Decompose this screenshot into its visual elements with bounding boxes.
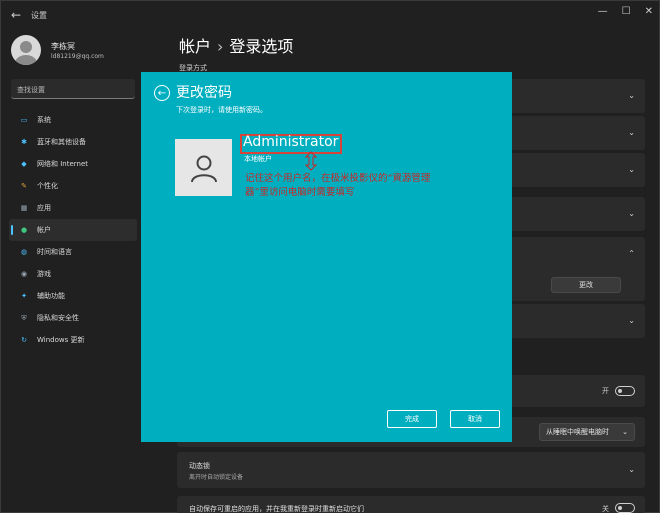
sidebar-item-label: 应用	[37, 204, 51, 212]
maximize-icon[interactable]: ☐	[622, 6, 631, 17]
dynamic-lock-title: 动态锁	[189, 462, 210, 470]
window-controls: — ☐ ✕	[598, 6, 653, 17]
page-title: 登录选项	[229, 37, 294, 56]
account-type: 本地帐户	[244, 155, 272, 163]
sidebar-item-gamepad[interactable]: ◉ 游戏	[9, 263, 137, 285]
breadcrumb-separator: ›	[217, 37, 224, 56]
chevron-down-icon: ⌄	[628, 316, 635, 325]
close-icon[interactable]: ✕	[645, 6, 653, 17]
account-name: Administrator	[243, 134, 339, 150]
apps-icon: ▦	[20, 204, 28, 212]
chevron-down-icon: ⌄	[622, 428, 628, 436]
sidebar-item-update[interactable]: ↻ Windows 更新	[9, 329, 137, 351]
toggle-switch[interactable]	[615, 503, 635, 513]
chevron-down-icon: ⌄	[628, 465, 635, 474]
change-password-button[interactable]: 更改	[551, 277, 621, 293]
chevron-down-icon: ⌄	[628, 165, 635, 174]
finish-button[interactable]: 完成	[387, 410, 437, 428]
toggle-switch[interactable]	[615, 386, 635, 396]
wifi-icon: ◆	[21, 160, 27, 168]
sidebar-item-label: 个性化	[37, 182, 58, 190]
user-silhouette-icon	[190, 155, 217, 182]
bluetooth-icon: ✱	[21, 138, 27, 146]
change-password-dialog: ← 更改密码 下次登录时，请使用新密码。 Administrator 本地帐户 …	[141, 72, 512, 442]
dialog-subtitle: 下次登录时，请使用新密码。	[176, 106, 267, 114]
account-avatar	[175, 139, 232, 196]
setting-row-dynamic-lock[interactable]: 动态锁 离开时自动锁定设备 ⌄	[177, 452, 645, 488]
sidebar-item-label: 隐私和安全性	[37, 314, 79, 322]
user-profile[interactable]: 李栋冥 ld81219@qq.com	[11, 35, 104, 65]
cancel-button[interactable]: 取消	[450, 410, 500, 428]
sidebar-item-brush[interactable]: ✎ 个性化	[9, 175, 137, 197]
title-bar: ← 设置 — ☐ ✕	[1, 1, 659, 29]
sidebar-item-label: 时间和语言	[37, 248, 72, 256]
sidebar-item-label: 游戏	[37, 270, 51, 278]
chevron-up-icon: ⌃	[628, 249, 635, 258]
sidebar-item-accessibility[interactable]: ✦ 辅助功能	[9, 285, 137, 307]
app-title: 设置	[31, 11, 47, 20]
sidebar-item-account[interactable]: ● 帐户	[9, 219, 137, 241]
avatar	[11, 35, 41, 65]
user-silhouette-icon	[15, 41, 37, 65]
chevron-down-icon: ⌄	[628, 209, 635, 218]
sidebar-item-label: Windows 更新	[37, 336, 85, 344]
dropdown-value: 从睡眠中唤醒电脑时	[546, 428, 609, 436]
sidebar-item-bluetooth[interactable]: ✱ 蓝牙和其他设备	[9, 131, 137, 153]
restart-apps-title: 自动保存可重启的应用，并在我重新登录时重新启动它们	[189, 505, 364, 513]
sidebar-item-globe[interactable]: ◍ 时间和语言	[9, 241, 137, 263]
accessibility-icon: ✦	[21, 292, 27, 300]
breadcrumb: 帐户 › 登录选项	[179, 33, 293, 57]
sidebar-item-monitor[interactable]: ▭ 系统	[9, 109, 137, 131]
minimize-icon[interactable]: —	[598, 6, 608, 17]
account-icon: ●	[20, 226, 28, 234]
settings-window: ← 设置 — ☐ ✕ 李栋冥 ld81219@qq.com 查找设置 ▭ 系统 ✱ 蓝…	[0, 0, 660, 513]
sidebar-item-wifi[interactable]: ◆ 网络和 Internet	[9, 153, 137, 175]
chevron-down-icon: ⌄	[628, 91, 635, 100]
user-name: 李栋冥	[51, 42, 75, 51]
sidebar-nav: ▭ 系统 ✱ 蓝牙和其他设备 ◆ 网络和 Internet ✎ 个性化 ▦ 应用 ● 帐户 ◍ 时间和语言…	[9, 109, 137, 351]
sidebar-item-label: 辅助功能	[37, 292, 65, 300]
globe-icon: ◍	[20, 248, 28, 256]
back-arrow-icon[interactable]: ←	[11, 8, 21, 22]
setting-row-restart-apps: 自动保存可重启的应用，并在我重新登录时重新启动它们 关	[177, 496, 645, 513]
toggle-label: 关	[602, 505, 609, 513]
require-signin-dropdown[interactable]: 从睡眠中唤醒电脑时 ⌄	[539, 423, 635, 441]
breadcrumb-parent[interactable]: 帐户	[179, 37, 211, 56]
search-input[interactable]: 查找设置	[11, 79, 135, 99]
monitor-icon: ▭	[20, 116, 28, 124]
double-arrow-icon	[305, 151, 317, 171]
sidebar-item-label: 网络和 Internet	[37, 160, 89, 168]
sidebar-item-shield[interactable]: ⛨ 隐私和安全性	[9, 307, 137, 329]
gamepad-icon: ◉	[20, 270, 28, 278]
dialog-title: 更改密码	[176, 85, 232, 101]
shield-icon: ⛨	[21, 313, 27, 322]
toggle-label: 开	[602, 387, 609, 395]
sidebar-item-label: 系统	[37, 116, 51, 124]
sidebar-item-apps[interactable]: ▦ 应用	[9, 197, 137, 219]
update-icon: ↻	[21, 336, 27, 344]
sidebar-item-label: 蓝牙和其他设备	[37, 138, 86, 146]
dynamic-lock-subtitle: 离开时自动锁定设备	[189, 474, 244, 481]
user-email: ld81219@qq.com	[51, 53, 104, 60]
annotation-text: 记住这个用户名，在极米投影仪的“資源管理器”里访问电脑时需要填写	[245, 173, 431, 198]
brush-icon: ✎	[21, 182, 27, 190]
back-arrow-icon[interactable]: ←	[154, 85, 170, 101]
chevron-down-icon: ⌄	[628, 128, 635, 137]
sidebar-item-label: 帐户	[37, 226, 51, 234]
